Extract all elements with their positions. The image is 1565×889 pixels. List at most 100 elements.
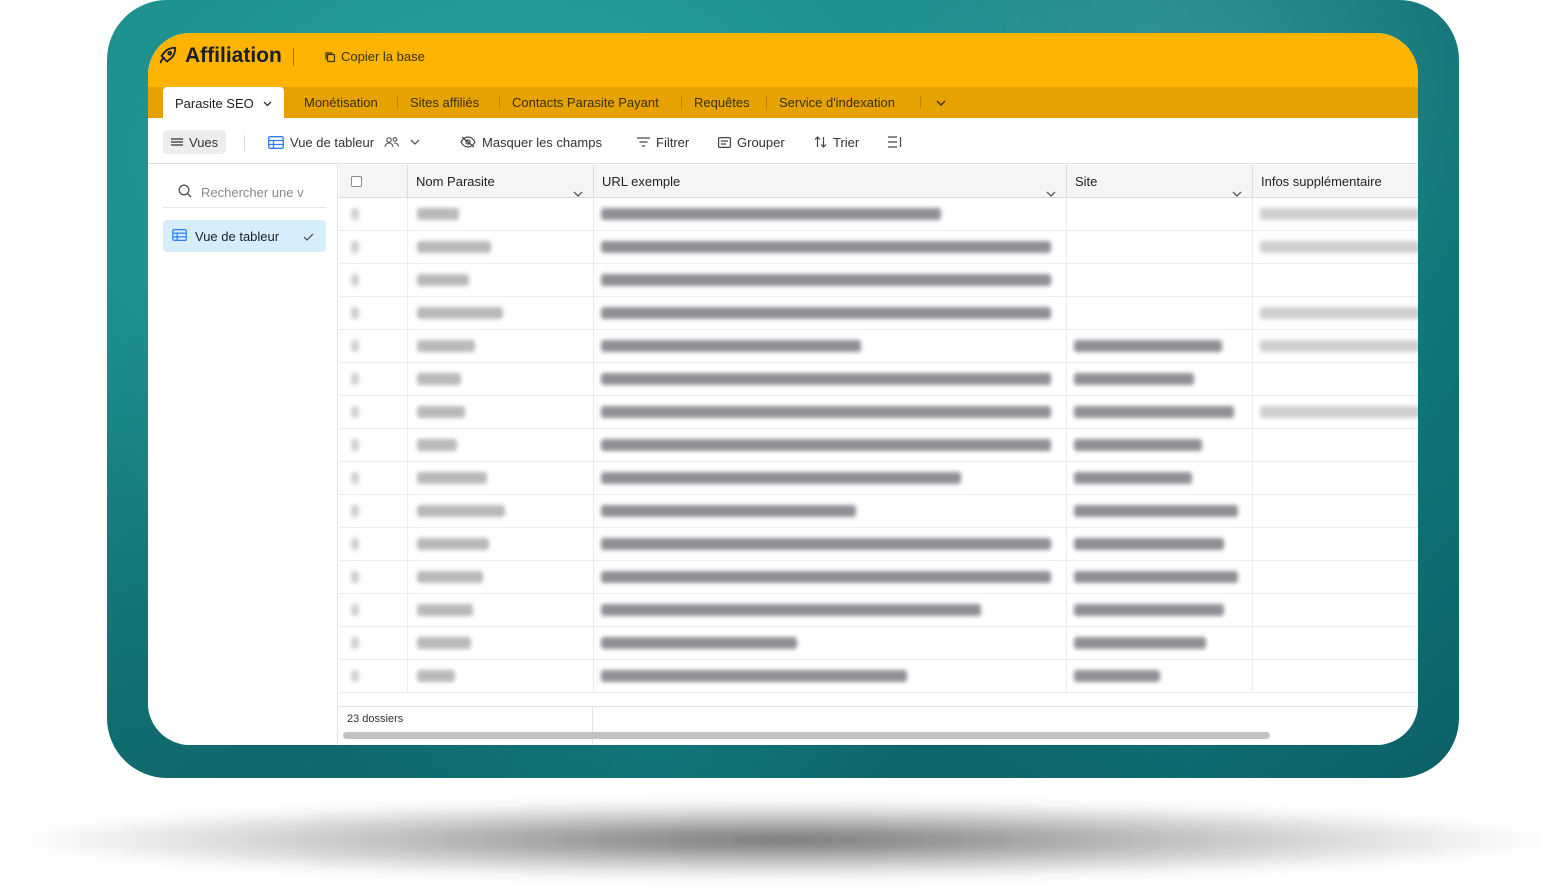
name-cell[interactable]	[408, 429, 594, 462]
tab-contacts-parasite-payant[interactable]: Contacts Parasite Payant	[512, 87, 659, 118]
row-number-cell[interactable]	[339, 627, 408, 660]
sort-button[interactable]: Trier	[814, 130, 859, 154]
row-number-cell[interactable]	[339, 363, 408, 396]
row-number-cell[interactable]	[339, 297, 408, 330]
site-cell[interactable]	[1067, 396, 1253, 429]
url-cell[interactable]	[594, 396, 1067, 429]
url-cell[interactable]	[594, 198, 1067, 231]
name-cell[interactable]	[408, 231, 594, 264]
info-cell[interactable]	[1253, 231, 1418, 264]
tab-service-indexation[interactable]: Service d'indexation	[779, 87, 895, 118]
more-tabs-button[interactable]	[936, 99, 946, 107]
table-row[interactable]	[339, 363, 1418, 396]
site-cell[interactable]	[1067, 363, 1253, 396]
url-cell[interactable]	[594, 363, 1067, 396]
table-row[interactable]	[339, 264, 1418, 297]
copy-base-button[interactable]: Copier la base	[324, 49, 425, 64]
info-cell[interactable]	[1253, 297, 1418, 330]
info-cell[interactable]	[1253, 660, 1418, 693]
column-header-site[interactable]: Site	[1067, 165, 1253, 198]
url-cell[interactable]	[594, 429, 1067, 462]
column-header-nom-parasite[interactable]: Nom Parasite	[408, 165, 594, 198]
name-cell[interactable]	[408, 528, 594, 561]
info-cell[interactable]	[1253, 528, 1418, 561]
info-cell[interactable]	[1253, 198, 1418, 231]
url-cell[interactable]	[594, 660, 1067, 693]
site-cell[interactable]	[1067, 429, 1253, 462]
info-cell[interactable]	[1253, 495, 1418, 528]
name-cell[interactable]	[408, 297, 594, 330]
url-cell[interactable]	[594, 231, 1067, 264]
tab-monetisation[interactable]: Monétisation	[304, 87, 378, 118]
horizontal-scrollbar[interactable]	[343, 732, 1270, 739]
select-all-checkbox[interactable]	[351, 176, 362, 187]
row-number-cell[interactable]	[339, 495, 408, 528]
row-number-cell[interactable]	[339, 561, 408, 594]
site-cell[interactable]	[1067, 561, 1253, 594]
table-row[interactable]	[339, 462, 1418, 495]
site-cell[interactable]	[1067, 297, 1253, 330]
view-switcher-button[interactable]: Vue de tableur	[268, 130, 420, 154]
row-number-cell[interactable]	[339, 594, 408, 627]
row-number-cell[interactable]	[339, 660, 408, 693]
table-row[interactable]	[339, 594, 1418, 627]
hide-fields-button[interactable]: Masquer les champs	[460, 130, 602, 154]
row-number-cell[interactable]	[339, 528, 408, 561]
tab-sites-affilies[interactable]: Sites affiliés	[410, 87, 479, 118]
table-row[interactable]	[339, 297, 1418, 330]
url-cell[interactable]	[594, 297, 1067, 330]
url-cell[interactable]	[594, 594, 1067, 627]
info-cell[interactable]	[1253, 594, 1418, 627]
url-cell[interactable]	[594, 264, 1067, 297]
info-cell[interactable]	[1253, 627, 1418, 660]
view-search-input[interactable]: Rechercher une v	[178, 184, 304, 201]
info-cell[interactable]	[1253, 429, 1418, 462]
name-cell[interactable]	[408, 561, 594, 594]
info-cell[interactable]	[1253, 264, 1418, 297]
url-cell[interactable]	[594, 627, 1067, 660]
table-row[interactable]	[339, 396, 1418, 429]
name-cell[interactable]	[408, 462, 594, 495]
name-cell[interactable]	[408, 330, 594, 363]
url-cell[interactable]	[594, 528, 1067, 561]
group-button[interactable]: Grouper	[718, 130, 785, 154]
name-cell[interactable]	[408, 264, 594, 297]
name-cell[interactable]	[408, 198, 594, 231]
name-cell[interactable]	[408, 495, 594, 528]
filter-button[interactable]: Filtrer	[637, 130, 689, 154]
info-cell[interactable]	[1253, 462, 1418, 495]
url-cell[interactable]	[594, 330, 1067, 363]
table-row[interactable]	[339, 627, 1418, 660]
site-cell[interactable]	[1067, 528, 1253, 561]
tab-parasite-seo[interactable]: Parasite SEO	[163, 87, 285, 118]
table-row[interactable]	[339, 330, 1418, 363]
column-header-url-exemple[interactable]: URL exemple	[594, 165, 1067, 198]
table-row[interactable]	[339, 528, 1418, 561]
site-cell[interactable]	[1067, 462, 1253, 495]
row-number-cell[interactable]	[339, 264, 408, 297]
row-number-cell[interactable]	[339, 330, 408, 363]
url-cell[interactable]	[594, 561, 1067, 594]
row-number-cell[interactable]	[339, 231, 408, 264]
info-cell[interactable]	[1253, 396, 1418, 429]
url-cell[interactable]	[594, 495, 1067, 528]
tab-requetes[interactable]: Requêtes	[694, 87, 750, 118]
site-cell[interactable]	[1067, 264, 1253, 297]
row-number-cell[interactable]	[339, 396, 408, 429]
table-row[interactable]	[339, 495, 1418, 528]
name-cell[interactable]	[408, 594, 594, 627]
site-cell[interactable]	[1067, 330, 1253, 363]
column-header-infos[interactable]: Infos supplémentaire	[1253, 165, 1418, 198]
table-row[interactable]	[339, 660, 1418, 693]
row-number-cell[interactable]	[339, 462, 408, 495]
site-cell[interactable]	[1067, 594, 1253, 627]
row-number-cell[interactable]	[339, 198, 408, 231]
sidebar-item-grid-view[interactable]: Vue de tableur	[163, 220, 326, 252]
name-cell[interactable]	[408, 363, 594, 396]
table-row[interactable]	[339, 231, 1418, 264]
info-cell[interactable]	[1253, 363, 1418, 396]
url-cell[interactable]	[594, 462, 1067, 495]
info-cell[interactable]	[1253, 561, 1418, 594]
views-toggle-button[interactable]: Vues	[163, 130, 227, 154]
site-cell[interactable]	[1067, 495, 1253, 528]
